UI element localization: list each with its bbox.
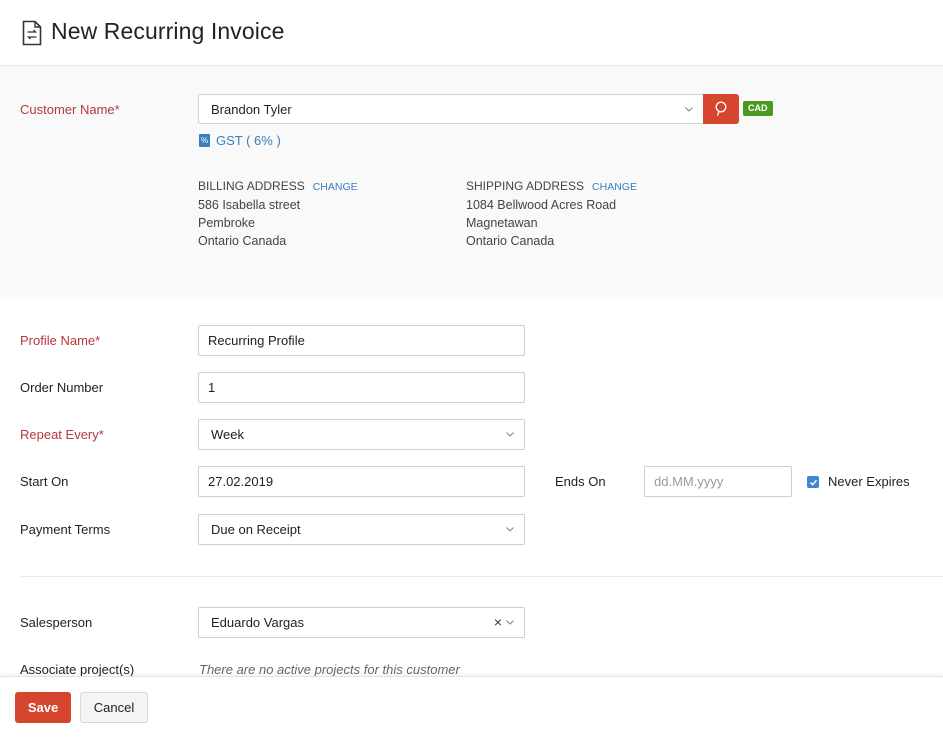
billing-address-title: BILLING ADDRESS: [198, 179, 305, 193]
shipping-address-title: SHIPPING ADDRESS: [466, 179, 585, 193]
percent-icon: %: [199, 134, 210, 147]
ends-on-placeholder: dd.MM.yyyy: [654, 474, 724, 489]
chevron-down-icon: [506, 432, 514, 437]
repeat-every-label: Repeat Every*: [20, 427, 104, 442]
salesperson-label: Salesperson: [20, 615, 93, 630]
repeat-every-select[interactable]: Week: [198, 419, 525, 450]
customer-name-label: Customer Name*: [20, 102, 120, 117]
tax-label: GST ( 6% ): [216, 133, 281, 148]
shipping-line-2: Magnetawan: [466, 216, 538, 230]
salesperson-value: Eduardo Vargas: [211, 615, 304, 630]
profile-name-value: Recurring Profile: [208, 333, 305, 348]
billing-line-1: 586 Isabella street: [198, 198, 301, 212]
customer-name-value: Brandon Tyler: [211, 101, 292, 117]
payment-terms-select[interactable]: Due on Receipt: [198, 514, 525, 545]
footer-bar: Save Cancel: [0, 676, 943, 738]
shipping-address-heading: SHIPPING ADDRESS CHANGE: [466, 179, 637, 193]
order-number-value: 1: [208, 380, 216, 395]
cancel-button[interactable]: Cancel: [80, 692, 148, 723]
save-button[interactable]: Save: [15, 692, 71, 723]
clear-icon[interactable]: ×: [494, 614, 502, 630]
ends-on-label: Ends On: [555, 474, 606, 489]
chevron-down-icon: [685, 107, 693, 112]
order-number-label: Order Number: [20, 380, 104, 395]
ends-on-input[interactable]: dd.MM.yyyy: [644, 466, 792, 497]
currency-badge: CAD: [743, 101, 773, 116]
shipping-line-3: Ontario Canada: [466, 234, 555, 248]
tax-link[interactable]: % GST ( 6% ): [199, 133, 281, 148]
profile-name-input[interactable]: Recurring Profile: [198, 325, 525, 356]
shipping-change-link[interactable]: CHANGE: [592, 181, 637, 193]
payment-terms-value: Due on Receipt: [211, 522, 301, 537]
billing-change-link[interactable]: CHANGE: [313, 181, 358, 193]
page-title: New Recurring Invoice: [51, 18, 285, 44]
shipping-line-1: 1084 Bellwood Acres Road: [466, 198, 617, 212]
billing-line-3: Ontario Canada: [198, 234, 287, 248]
order-number-input[interactable]: 1: [198, 372, 525, 403]
section-divider: [20, 576, 943, 577]
chevron-down-icon: [506, 620, 514, 625]
associate-projects-label: Associate project(s): [20, 662, 135, 677]
recurring-invoice-icon: [22, 20, 42, 46]
associate-projects-note: There are no active projects for this cu…: [199, 662, 460, 677]
customer-search-button[interactable]: [703, 94, 739, 124]
never-expires-label[interactable]: Never Expires: [828, 474, 910, 489]
billing-line-2: Pembroke: [198, 216, 255, 230]
page-header: New Recurring Invoice: [0, 0, 943, 66]
checkmark-icon: [809, 479, 817, 486]
start-on-input[interactable]: 27.02.2019: [198, 466, 525, 497]
start-on-value: 27.02.2019: [208, 474, 274, 489]
profile-name-label: Profile Name*: [20, 333, 101, 348]
never-expires-checkbox[interactable]: [807, 476, 819, 488]
billing-address-heading: BILLING ADDRESS CHANGE: [198, 179, 358, 193]
salesperson-select[interactable]: Eduardo Vargas ×: [198, 607, 525, 638]
customer-name-select[interactable]: Brandon Tyler: [198, 94, 704, 124]
search-icon: [715, 101, 727, 116]
start-on-label: Start On: [20, 474, 69, 489]
repeat-every-value: Week: [211, 427, 244, 442]
payment-terms-label: Payment Terms: [20, 522, 111, 537]
chevron-down-icon: [506, 527, 514, 532]
